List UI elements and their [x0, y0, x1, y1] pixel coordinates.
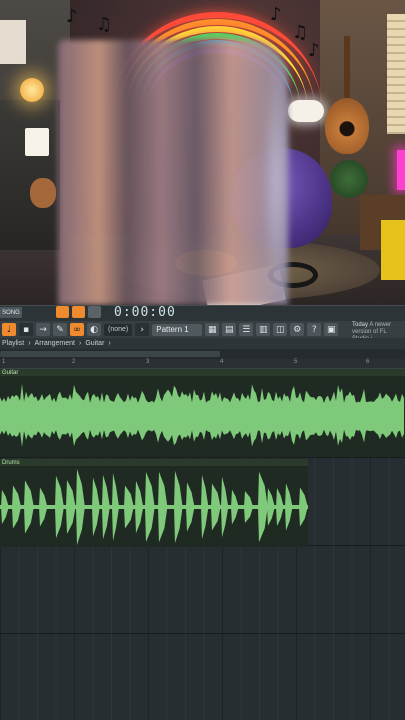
drum-transient	[186, 482, 195, 532]
drum-transient	[135, 480, 144, 534]
news-prefix: Today	[352, 322, 369, 328]
bar-number: 3	[146, 359, 150, 365]
drum-transient	[201, 474, 209, 540]
snap-dropdown[interactable]: (none)	[104, 323, 133, 336]
fridge	[0, 100, 60, 250]
timeline-ruler[interactable]: 1 2 3 4 5 6	[0, 359, 405, 369]
drum-transient	[276, 487, 284, 527]
drum-transient	[221, 476, 229, 538]
chevron-right-icon[interactable]: ›	[135, 323, 150, 336]
record-icon[interactable]	[72, 306, 85, 318]
drum-transient	[124, 485, 134, 529]
drum-transient	[158, 471, 168, 543]
plant	[330, 160, 368, 198]
guitar-neck	[344, 36, 350, 102]
bear-sticker	[30, 178, 56, 208]
bar-number: 1	[2, 359, 6, 365]
speaker-icon[interactable]: ◐	[87, 323, 101, 336]
play-icon[interactable]	[56, 306, 69, 318]
metronome-icon[interactable]: ♩	[2, 323, 16, 336]
pencil-icon[interactable]: ✎	[53, 323, 67, 336]
music-note-icon: ♪	[66, 6, 78, 27]
breadcrumb-item[interactable]: Playlist	[2, 340, 24, 347]
snap-icon[interactable]: ▪	[19, 323, 33, 336]
window-blinds	[387, 14, 405, 134]
drum-transient	[174, 470, 183, 544]
pattern-selector[interactable]: Pattern 1	[152, 323, 203, 336]
drum-transient	[102, 474, 110, 540]
drum-transient	[231, 489, 239, 525]
drum-transient	[145, 471, 155, 543]
channel-rack-icon[interactable]: ▥	[256, 323, 271, 336]
piano-roll-icon[interactable]: ▤	[222, 323, 237, 336]
main-toolbar: ♩ ▪ → ✎ ∞ ◐ (none) › Pattern 1 ▦ ▤ ☰ ▥ ◫…	[0, 321, 405, 338]
drum-transient	[211, 483, 221, 531]
browser-icon[interactable]: ◫	[273, 323, 288, 336]
drum-transient	[258, 471, 268, 543]
drum-transient	[299, 487, 308, 527]
breadcrumb-separator: ›	[79, 340, 82, 347]
plugin-icon[interactable]: ⚙	[290, 323, 305, 336]
drum-transient	[55, 475, 64, 539]
breadcrumb-item[interactable]: Guitar	[85, 340, 104, 347]
scrollbar-thumb[interactable]	[0, 351, 220, 357]
drum-transient	[1, 489, 9, 525]
music-note-icon: ♫	[292, 22, 309, 43]
clip-header[interactable]	[0, 459, 308, 467]
arrow-right-icon[interactable]: →	[36, 323, 50, 336]
drum-transient	[66, 480, 76, 534]
drum-transient	[76, 469, 85, 545]
help-icon[interactable]: ?	[307, 323, 322, 336]
drum-transient	[112, 473, 120, 541]
time-display: 0:00:00	[114, 305, 176, 320]
mixer-icon[interactable]: ☰	[239, 323, 254, 336]
fridge-note	[25, 128, 49, 156]
breadcrumb: Playlist › Arrangement › Guitar ›	[0, 338, 405, 349]
breadcrumb-separator: ›	[28, 340, 31, 347]
link-icon[interactable]: ∞	[70, 323, 84, 336]
breadcrumb-item[interactable]: Arrangement	[35, 340, 75, 347]
bar-number: 4	[220, 359, 224, 365]
breadcrumb-separator: ›	[108, 340, 111, 347]
wall-poster	[0, 20, 26, 64]
drum-transient	[12, 485, 22, 529]
background-photo: ♪ ♫ ♪ ♫ ♪	[0, 0, 405, 305]
yellow-sign	[381, 220, 405, 280]
screen: ♪ ♫ ♪ ♫ ♪ SONG 0:00:00 ♩ ▪ → ✎ ∞ ◐ (none…	[0, 0, 405, 720]
pink-light	[397, 150, 405, 190]
music-note-icon: ♪	[308, 40, 320, 61]
music-note-icon: ♫	[96, 14, 113, 35]
audio-clip-guitar[interactable]: Guitar	[0, 369, 405, 457]
music-note-icon: ♪	[270, 4, 282, 25]
cart-icon[interactable]: ▣	[324, 323, 339, 336]
guitar-icon	[325, 98, 369, 154]
neon-cloud	[288, 100, 324, 122]
drum-transient	[24, 480, 34, 534]
audio-clip-drums[interactable]: Drums	[0, 459, 308, 547]
clip-label: Drums	[2, 460, 20, 466]
waveform-shape	[0, 383, 404, 447]
bar-number: 6	[366, 359, 370, 365]
drum-transient	[267, 488, 275, 526]
waveform	[0, 383, 404, 447]
bar-number: 2	[72, 359, 76, 365]
drum-transient	[39, 487, 48, 527]
stop-icon[interactable]	[88, 306, 101, 318]
smiley-lamp	[20, 78, 44, 102]
clip-header[interactable]	[0, 369, 405, 377]
drum-transient	[244, 490, 254, 524]
waveform	[0, 469, 308, 545]
blurred-overlay-edge	[262, 55, 292, 305]
drum-transient	[285, 483, 293, 531]
song-mode-button[interactable]: SONG	[0, 307, 22, 318]
drum-transient	[92, 477, 100, 537]
blurred-overlay	[58, 40, 288, 305]
clip-label: Guitar	[2, 370, 19, 376]
playlist-icon[interactable]: ▦	[205, 323, 220, 336]
bar-number: 5	[294, 359, 298, 365]
